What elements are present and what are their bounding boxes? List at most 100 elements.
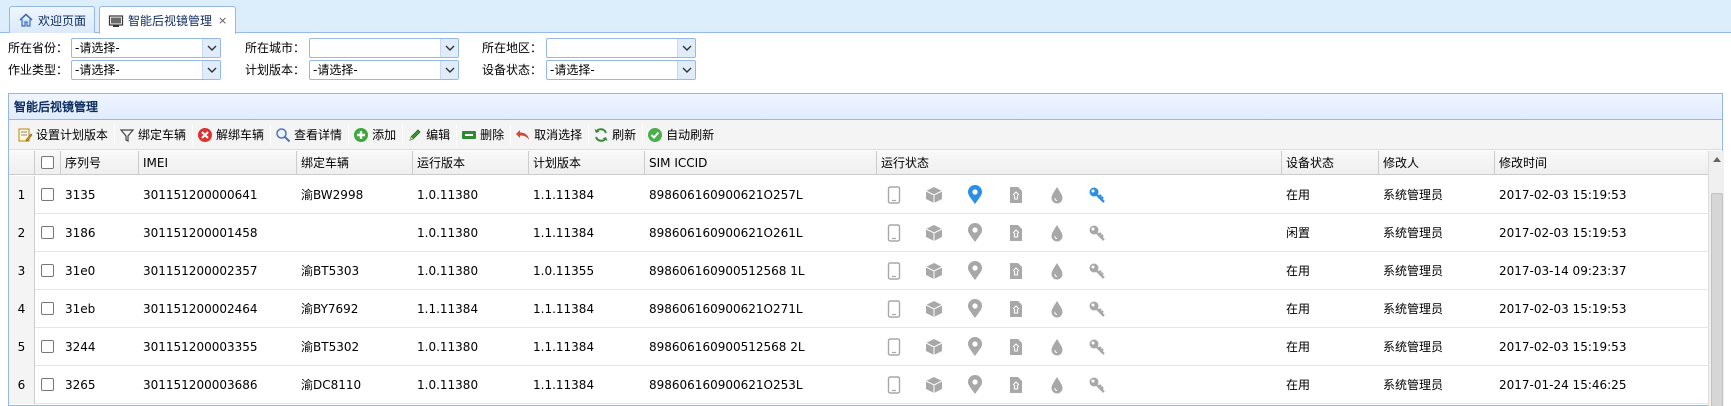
box-icon[interactable] xyxy=(924,299,944,319)
city-select[interactable] xyxy=(309,38,459,58)
header-modified-time[interactable]: 修改时间 xyxy=(1495,151,1708,175)
edit-button[interactable]: 编辑 xyxy=(403,123,456,147)
document-icon[interactable] xyxy=(1006,299,1026,319)
plan-version-select[interactable]: -请选择- xyxy=(309,60,459,80)
chevron-down-icon[interactable] xyxy=(202,61,220,79)
refresh-button[interactable]: 刷新 xyxy=(589,123,642,147)
header-modifier[interactable]: 修改人 xyxy=(1379,151,1495,175)
tab-welcome[interactable]: 欢迎页面 xyxy=(9,6,96,33)
device-status-select[interactable]: -请选择- xyxy=(546,60,696,80)
auto-refresh-button[interactable]: 自动刷新 xyxy=(643,123,720,147)
cancel-selection-button[interactable]: 取消选择 xyxy=(511,123,588,147)
document-icon[interactable] xyxy=(1006,223,1026,243)
select-all-checkbox[interactable] xyxy=(41,156,54,169)
header-device-status[interactable]: 设备状态 xyxy=(1282,151,1379,175)
close-icon[interactable]: × xyxy=(218,14,227,27)
document-icon[interactable] xyxy=(1006,185,1026,205)
phone-icon[interactable] xyxy=(884,185,904,205)
box-icon[interactable] xyxy=(924,261,944,281)
drop-icon[interactable] xyxy=(1047,299,1067,319)
table-header: 序列号 IMEI 绑定车辆 运行版本 计划版本 SIM ICCID 运行状态 设… xyxy=(9,151,1708,175)
table-row[interactable]: 6 3265 301151200003686 渝DC8110 1.0.11380 1.1.… xyxy=(9,366,1708,404)
chevron-down-icon[interactable] xyxy=(440,39,458,57)
table-row[interactable]: 5 3244 301151200003355 渝BT5302 1.0.11380 1.1.… xyxy=(9,328,1708,366)
scroll-up-arrow-icon[interactable] xyxy=(1709,151,1725,167)
phone-icon[interactable] xyxy=(884,223,904,243)
header-serial[interactable]: 序列号 xyxy=(61,151,139,175)
view-details-label: 查看详情 xyxy=(294,128,343,142)
cell-time: 2017-03-14 09:23:37 xyxy=(1499,264,1627,278)
document-icon[interactable] xyxy=(1006,337,1026,357)
chevron-down-icon[interactable] xyxy=(202,39,220,57)
document-icon[interactable] xyxy=(1006,261,1026,281)
cell-vehicle: 渝BY7692 xyxy=(301,302,359,316)
view-details-button[interactable]: 查看详情 xyxy=(271,123,348,147)
cell-imei: 301151200002357 xyxy=(143,264,258,278)
box-icon[interactable] xyxy=(924,375,944,395)
work-type-select[interactable]: -请选择- xyxy=(71,60,221,80)
row-checkbox[interactable] xyxy=(41,302,54,315)
header-imei[interactable]: IMEI xyxy=(139,151,297,175)
table-row[interactable]: 2 3186 301151200001458 1.0.11380 1.1.11384 89… xyxy=(9,214,1708,252)
filter-icon xyxy=(119,127,135,143)
document-icon[interactable] xyxy=(1006,375,1026,395)
scrollbar-thumb[interactable] xyxy=(1711,193,1723,406)
row-checkbox[interactable] xyxy=(41,226,54,239)
row-checkbox[interactable] xyxy=(41,264,54,277)
drop-icon[interactable] xyxy=(1047,185,1067,205)
bind-vehicle-button[interactable]: 绑定车辆 xyxy=(115,123,192,147)
cell-vehicle xyxy=(297,214,413,252)
location-pin-icon[interactable] xyxy=(965,375,985,395)
province-select[interactable]: -请选择- xyxy=(71,38,221,58)
drop-icon[interactable] xyxy=(1047,337,1067,357)
chevron-down-icon[interactable] xyxy=(677,61,695,79)
vertical-scrollbar[interactable] xyxy=(1708,151,1724,406)
row-checkbox[interactable] xyxy=(41,340,54,353)
district-select[interactable] xyxy=(546,38,696,58)
drop-icon[interactable] xyxy=(1047,223,1067,243)
key-icon[interactable] xyxy=(1087,185,1107,205)
phone-icon[interactable] xyxy=(884,261,904,281)
cell-serial: 31eb xyxy=(65,302,96,316)
row-checkbox[interactable] xyxy=(41,188,54,201)
table-row[interactable]: 4 31eb 301151200002464 渝BY7692 1.1.11384 1.1.… xyxy=(9,290,1708,328)
header-run-version[interactable]: 运行版本 xyxy=(413,151,529,175)
delete-button[interactable]: 删除 xyxy=(457,123,510,147)
key-icon[interactable] xyxy=(1087,337,1107,357)
box-icon[interactable] xyxy=(924,223,944,243)
unbind-vehicle-button[interactable]: 解绑车辆 xyxy=(193,123,270,147)
chevron-down-icon[interactable] xyxy=(677,39,695,57)
set-plan-version-button[interactable]: 设置计划版本 xyxy=(13,123,114,147)
drop-icon[interactable] xyxy=(1047,261,1067,281)
location-pin-icon[interactable] xyxy=(965,185,985,205)
header-iccid[interactable]: SIM ICCID xyxy=(645,151,877,175)
phone-icon[interactable] xyxy=(884,299,904,319)
location-pin-icon[interactable] xyxy=(965,299,985,319)
row-number: 2 xyxy=(9,214,35,252)
phone-icon[interactable] xyxy=(884,375,904,395)
key-icon[interactable] xyxy=(1087,261,1107,281)
key-icon[interactable] xyxy=(1087,299,1107,319)
drop-icon[interactable] xyxy=(1047,375,1067,395)
add-button[interactable]: 添加 xyxy=(349,123,402,147)
chevron-down-icon[interactable] xyxy=(440,61,458,79)
tab-rearview-mirror-label: 智能后视镜管理 xyxy=(128,14,213,28)
location-pin-icon[interactable] xyxy=(965,261,985,281)
province-label: 所在省份： xyxy=(8,41,69,55)
header-plan-version[interactable]: 计划版本 xyxy=(529,151,645,175)
cell-time: 2017-02-03 15:19:53 xyxy=(1499,188,1627,202)
table-row[interactable]: 1 3135 301151200000641 渝BW2998 1.0.11380 1.1.… xyxy=(9,176,1708,214)
row-checkbox[interactable] xyxy=(41,378,54,391)
header-run-status[interactable]: 运行状态 xyxy=(877,151,1282,175)
header-vehicle[interactable]: 绑定车辆 xyxy=(297,151,413,175)
phone-icon[interactable] xyxy=(884,337,904,357)
location-pin-icon[interactable] xyxy=(965,337,985,357)
location-pin-icon[interactable] xyxy=(965,223,985,243)
key-icon[interactable] xyxy=(1087,375,1107,395)
mirror-panel: 智能后视镜管理 设置计划版本 绑定车辆 解绑车辆 查看详情 添加 编辑 删除 取… xyxy=(8,93,1724,406)
box-icon[interactable] xyxy=(924,337,944,357)
table-row[interactable]: 3 31e0 301151200002357 渝BT5303 1.0.11380 1.0.… xyxy=(9,252,1708,290)
key-icon[interactable] xyxy=(1087,223,1107,243)
tab-rearview-mirror[interactable]: 智能后视镜管理 × xyxy=(99,6,237,34)
box-icon[interactable] xyxy=(924,185,944,205)
